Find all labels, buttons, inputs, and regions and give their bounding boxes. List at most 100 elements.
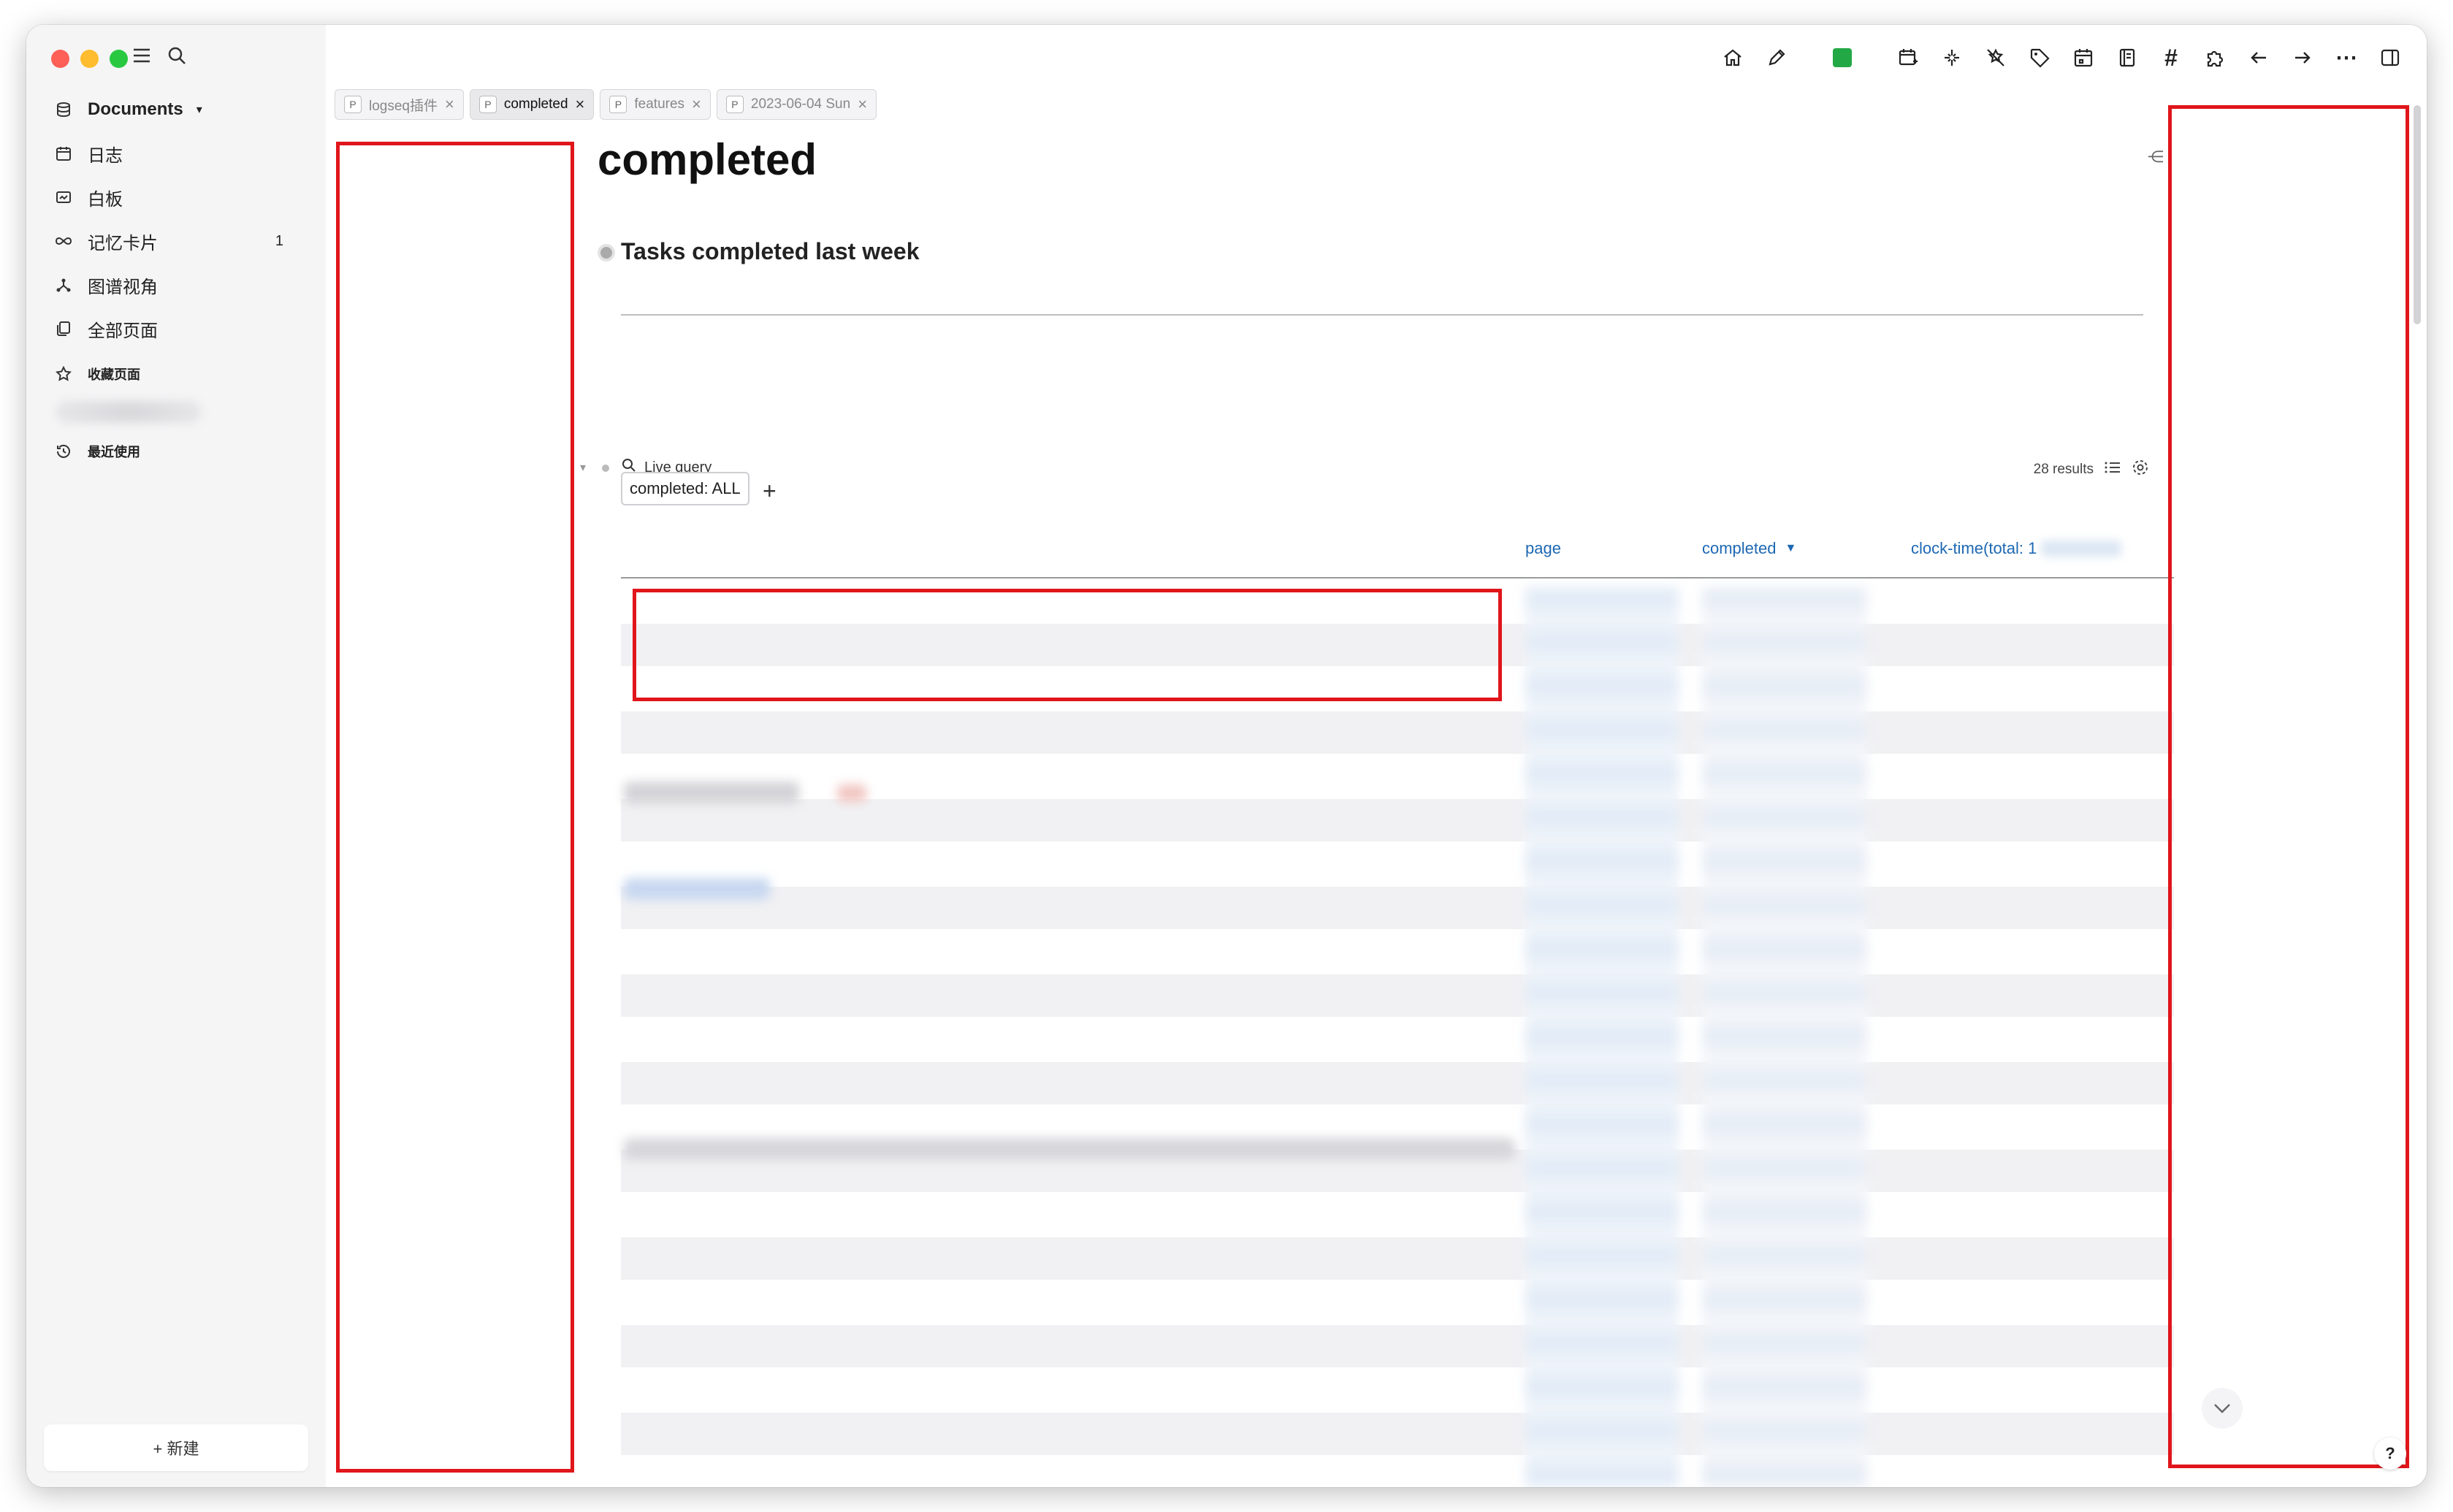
help-button[interactable]: ?: [2374, 1437, 2406, 1470]
tab-journal-date[interactable]: P 2023-06-04 Sun ×: [716, 89, 877, 120]
column-label: clock-time(total: 1: [1911, 539, 2037, 557]
table-row[interactable]: [621, 1018, 2174, 1061]
block-bullet[interactable]: [600, 247, 612, 259]
workspace-selector[interactable]: Documents ▾: [53, 91, 301, 129]
divider: [621, 314, 2143, 316]
highlight-box-right: [2168, 105, 2409, 1468]
zoom-window-button[interactable]: [110, 50, 128, 68]
sidebar-item-flashcards[interactable]: 记忆卡片 1: [53, 222, 301, 260]
table-row[interactable]: [621, 1237, 2174, 1280]
book-icon[interactable]: [2113, 43, 2142, 72]
redacted-page-column: [1525, 587, 1679, 1487]
sidebar-item-journals[interactable]: 日志: [53, 134, 301, 172]
table-row[interactable]: [621, 1325, 2174, 1367]
sidebar-item-all-pages[interactable]: 全部页面: [53, 310, 301, 348]
scroll-to-bottom-button[interactable]: [2202, 1388, 2243, 1429]
table-row[interactable]: [621, 974, 2174, 1017]
close-icon[interactable]: ×: [858, 95, 867, 114]
pages-icon: [53, 318, 75, 340]
minimize-window-button[interactable]: [80, 50, 99, 68]
table-row[interactable]: [621, 931, 2174, 973]
flashcard-count-badge: 1: [275, 232, 283, 249]
tab-bar: P logseq插件 × P completed × P features × …: [335, 89, 877, 120]
calendar-icon[interactable]: [2069, 43, 2098, 72]
page-prefix-badge: P: [344, 96, 362, 113]
database-icon: [53, 99, 75, 121]
tab-label: logseq插件: [369, 98, 438, 114]
page-menu-icon[interactable]: ⋲: [2148, 148, 2164, 167]
gear-icon[interactable]: [2132, 459, 2149, 481]
sort-desc-icon: ▼: [1785, 542, 1797, 554]
close-icon[interactable]: ×: [576, 95, 585, 114]
collapse-arrow-icon[interactable]: ▾: [580, 460, 586, 475]
table-row[interactable]: [621, 799, 2174, 841]
column-label: completed: [1702, 539, 1777, 557]
back-arrow-icon[interactable]: [2244, 43, 2273, 72]
page-scrollbar[interactable]: [2414, 105, 2421, 324]
table-row[interactable]: [621, 1194, 2174, 1236]
calendar-icon: [53, 142, 75, 164]
page-title[interactable]: completed: [598, 134, 817, 185]
redacted-block-text: [624, 1138, 1515, 1160]
sidebar-item-label: 日志: [88, 145, 123, 166]
tab-logseq-plugin[interactable]: P logseq插件 ×: [335, 89, 464, 120]
table-row[interactable]: [621, 1062, 2174, 1104]
block-heading[interactable]: Tasks completed last week: [621, 238, 919, 265]
table-row[interactable]: [621, 1369, 2174, 1411]
column-header-completed[interactable]: completed ▼: [1702, 539, 1796, 558]
history-icon: [53, 440, 75, 462]
sparkle-icon[interactable]: [1937, 43, 1966, 72]
add-filter-button[interactable]: +: [763, 478, 777, 505]
more-icon[interactable]: ⋯: [2332, 43, 2361, 72]
infinity-icon: [53, 230, 75, 252]
page-prefix-badge: P: [609, 96, 627, 113]
page-prefix-badge: P: [725, 96, 744, 113]
hash-icon[interactable]: #: [2156, 43, 2186, 72]
close-icon[interactable]: ×: [445, 95, 454, 114]
favorite-page-item[interactable]: [56, 401, 202, 423]
star-icon: [53, 363, 75, 385]
table-row[interactable]: [621, 843, 2174, 885]
tab-completed[interactable]: P completed ×: [469, 89, 595, 120]
table-row[interactable]: [621, 1281, 2174, 1324]
list-view-icon[interactable]: [2104, 459, 2121, 480]
query-block-bullet[interactable]: [602, 465, 609, 472]
recent-label: 最近使用: [88, 445, 140, 459]
chevron-down-icon: [2214, 1404, 2230, 1413]
redacted-completed-column: [1702, 587, 1867, 1487]
sidebar-toggle-icon[interactable]: [2376, 43, 2405, 72]
column-header-page[interactable]: page: [1525, 539, 1561, 558]
sidebar-item-graph[interactable]: 图谱视角: [53, 266, 301, 304]
tab-features[interactable]: P features ×: [600, 89, 711, 120]
new-page-button[interactable]: + 新建: [44, 1424, 308, 1471]
table-header-divider: [621, 577, 2174, 579]
close-icon[interactable]: ×: [692, 95, 701, 114]
redacted-text: [2041, 541, 2122, 557]
tab-label: completed: [503, 96, 568, 112]
table-row[interactable]: [621, 1413, 2174, 1455]
status-square-icon[interactable]: [1828, 43, 1857, 72]
sidebar-item-whiteboards[interactable]: 白板: [53, 178, 301, 216]
menu-icon[interactable]: [129, 42, 155, 69]
sidebar-section-recent[interactable]: 最近使用: [53, 432, 301, 470]
forward-arrow-icon[interactable]: [2288, 43, 2317, 72]
top-toolbar: # ⋯: [1718, 39, 2405, 76]
results-count: 28 results: [2033, 462, 2094, 477]
home-icon[interactable]: [1718, 43, 1747, 72]
puzzle-icon[interactable]: [2200, 43, 2229, 72]
column-header-clock-time[interactable]: clock-time(total: 1: [1911, 539, 2122, 558]
calendar-plus-icon[interactable]: [1893, 43, 1923, 72]
pencil-icon[interactable]: [1762, 43, 1791, 72]
table-row[interactable]: [621, 887, 2174, 929]
query-filter-chip[interactable]: completed: ALL: [621, 472, 749, 505]
left-sidebar: Documents ▾ 日志 白板 记忆卡片 1 图谱视角 全部页面 收藏页面 …: [26, 25, 326, 1487]
highlight-box-left: [336, 142, 574, 1473]
table-row[interactable]: [621, 711, 2174, 754]
sidebar-item-label: 图谱视角: [88, 277, 158, 297]
tag-icon[interactable]: [2025, 43, 2054, 72]
sidebar-section-favorites[interactable]: 收藏页面: [53, 355, 301, 393]
close-window-button[interactable]: [51, 50, 69, 68]
redacted-block-link: [624, 878, 770, 900]
star-remove-icon[interactable]: [1981, 43, 2010, 72]
search-icon[interactable]: [164, 42, 190, 69]
